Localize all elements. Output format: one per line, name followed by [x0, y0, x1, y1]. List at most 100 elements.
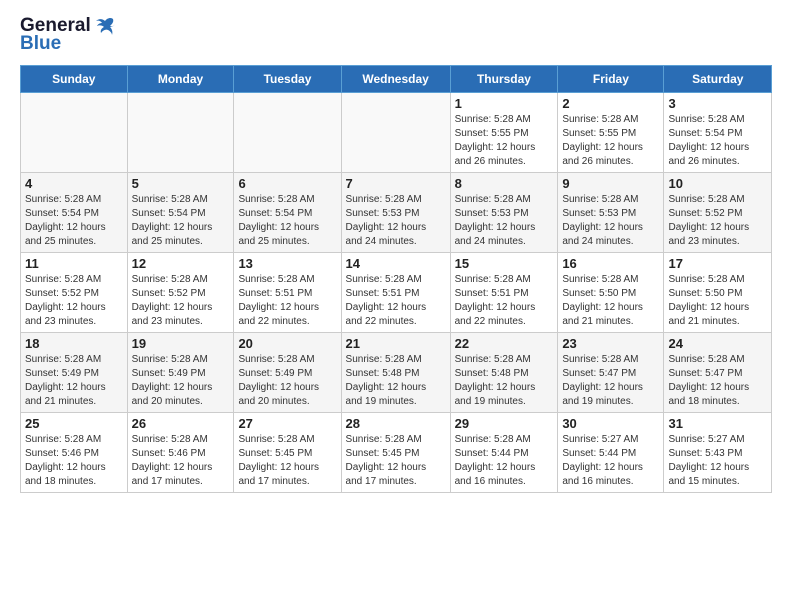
calendar-week-row: 18 Sunrise: 5:28 AM Sunset: 5:49 PM Dayli… [21, 333, 772, 413]
calendar-cell: 15 Sunrise: 5:28 AM Sunset: 5:51 PM Dayli… [450, 253, 558, 333]
day-number: 25 [25, 416, 123, 431]
calendar-cell: 14Sunrise: 5:28 AM Sunset: 5:51 PM Dayli… [341, 253, 450, 333]
weekday-header: Monday [127, 66, 234, 93]
day-info: Sunrise: 5:28 AM Sunset: 5:47 PM Dayligh… [668, 353, 767, 409]
day-number: 24 [668, 336, 767, 351]
day-info: Sunrise: 5:28 AM Sunset: 5:46 PM Dayligh… [132, 433, 230, 489]
calendar-cell [127, 93, 234, 173]
day-info: Sunrise: 5:28 AM Sunset: 5:49 PM Dayligh… [25, 353, 123, 409]
day-number: 15 [455, 256, 554, 271]
page: General Blue SundayMondayTuesdayWednesda… [0, 0, 792, 508]
calendar-cell: 11 Sunrise: 5:28 AM Sunset: 5:52 PM Dayli… [21, 253, 128, 333]
header: General Blue [20, 15, 772, 55]
day-info: Sunrise: 5:28 AM Sunset: 5:55 PM Dayligh… [455, 113, 554, 169]
day-number: 1 [455, 96, 554, 111]
day-info: Sunrise: 5:28 AM Sunset: 5:51 PM Dayligh… [455, 273, 554, 329]
day-number: 23 [562, 336, 659, 351]
calendar-week-row: 1 Sunrise: 5:28 AM Sunset: 5:55 PM Daylig… [21, 93, 772, 173]
calendar-cell: 20 Sunrise: 5:28 AM Sunset: 5:49 PM Dayli… [234, 333, 341, 413]
weekday-header: Saturday [664, 66, 772, 93]
weekday-row: SundayMondayTuesdayWednesdayThursdayFrid… [21, 66, 772, 93]
day-number: 26 [132, 416, 230, 431]
calendar-cell [234, 93, 341, 173]
logo-bird-icon [95, 17, 117, 35]
day-number: 22 [455, 336, 554, 351]
day-number: 29 [455, 416, 554, 431]
day-info: Sunrise: 5:27 AM Sunset: 5:44 PM Dayligh… [562, 433, 659, 489]
day-info: Sunrise: 5:28 AM Sunset: 5:52 PM Dayligh… [668, 193, 767, 249]
logo: General Blue [20, 15, 117, 55]
calendar-cell: 25Sunrise: 5:28 AM Sunset: 5:46 PM Dayli… [21, 413, 128, 493]
day-info: Sunrise: 5:28 AM Sunset: 5:54 PM Dayligh… [25, 193, 123, 249]
calendar-cell: 7 Sunrise: 5:28 AM Sunset: 5:53 PM Daylig… [341, 173, 450, 253]
day-number: 21 [346, 336, 446, 351]
calendar-cell [341, 93, 450, 173]
calendar-cell: 23 Sunrise: 5:28 AM Sunset: 5:47 PM Dayli… [558, 333, 664, 413]
day-number: 17 [668, 256, 767, 271]
calendar-cell: 21 Sunrise: 5:28 AM Sunset: 5:48 PM Dayli… [341, 333, 450, 413]
weekday-header: Tuesday [234, 66, 341, 93]
calendar-cell: 16 Sunrise: 5:28 AM Sunset: 5:50 PM Dayli… [558, 253, 664, 333]
weekday-header: Sunday [21, 66, 128, 93]
logo-blue-text: Blue [20, 33, 61, 55]
day-number: 2 [562, 96, 659, 111]
day-info: Sunrise: 5:28 AM Sunset: 5:44 PM Dayligh… [455, 433, 554, 489]
calendar-cell: 12Sunrise: 5:28 AM Sunset: 5:52 PM Dayli… [127, 253, 234, 333]
calendar-body: 1 Sunrise: 5:28 AM Sunset: 5:55 PM Daylig… [21, 93, 772, 493]
day-info: Sunrise: 5:28 AM Sunset: 5:47 PM Dayligh… [562, 353, 659, 409]
day-info: Sunrise: 5:28 AM Sunset: 5:53 PM Dayligh… [346, 193, 446, 249]
calendar-week-row: 25 Sunrise: 5:28 AM Sunset: 5:46 PM Dayli… [21, 413, 772, 493]
calendar-cell: 1 Sunrise: 5:28 AM Sunset: 5:55 PM Daylig… [450, 93, 558, 173]
day-number: 11 [25, 256, 123, 271]
calendar-cell: 31 Sunrise: 5:27 AM Sunset: 5:43 PM Dayli… [664, 413, 772, 493]
day-info: Sunrise: 5:28 AM Sunset: 5:50 PM Dayligh… [668, 273, 767, 329]
calendar-cell: 17 Sunrise: 5:28 AM Sunset: 5:50 PM Dayli… [664, 253, 772, 333]
calendar-cell: 4Sunrise: 5:28 AM Sunset: 5:54 PM Daylig… [21, 173, 128, 253]
day-number: 20 [238, 336, 336, 351]
calendar-cell: 6 Sunrise: 5:28 AM Sunset: 5:54 PM Daylig… [234, 173, 341, 253]
day-number: 14 [346, 256, 446, 271]
day-number: 6 [238, 176, 336, 191]
calendar-cell: 10Sunrise: 5:28 AM Sunset: 5:52 PM Dayli… [664, 173, 772, 253]
day-number: 9 [562, 176, 659, 191]
day-number: 30 [562, 416, 659, 431]
calendar-cell: 19Sunrise: 5:28 AM Sunset: 5:49 PM Dayli… [127, 333, 234, 413]
calendar-header: SundayMondayTuesdayWednesdayThursdayFrid… [21, 66, 772, 93]
calendar-cell [21, 93, 128, 173]
calendar-cell: 13Sunrise: 5:28 AM Sunset: 5:51 PM Dayli… [234, 253, 341, 333]
calendar-cell: 5Sunrise: 5:28 AM Sunset: 5:54 PM Daylig… [127, 173, 234, 253]
day-info: Sunrise: 5:28 AM Sunset: 5:50 PM Dayligh… [562, 273, 659, 329]
day-info: Sunrise: 5:28 AM Sunset: 5:54 PM Dayligh… [238, 193, 336, 249]
day-number: 8 [455, 176, 554, 191]
day-info: Sunrise: 5:28 AM Sunset: 5:52 PM Dayligh… [25, 273, 123, 329]
day-info: Sunrise: 5:28 AM Sunset: 5:52 PM Dayligh… [132, 273, 230, 329]
day-info: Sunrise: 5:28 AM Sunset: 5:45 PM Dayligh… [346, 433, 446, 489]
day-number: 7 [346, 176, 446, 191]
calendar-cell: 2Sunrise: 5:28 AM Sunset: 5:55 PM Daylig… [558, 93, 664, 173]
weekday-header: Friday [558, 66, 664, 93]
calendar-cell: 8 Sunrise: 5:28 AM Sunset: 5:53 PM Daylig… [450, 173, 558, 253]
day-info: Sunrise: 5:28 AM Sunset: 5:48 PM Dayligh… [346, 353, 446, 409]
day-number: 18 [25, 336, 123, 351]
day-info: Sunrise: 5:28 AM Sunset: 5:53 PM Dayligh… [562, 193, 659, 249]
calendar-week-row: 11 Sunrise: 5:28 AM Sunset: 5:52 PM Dayli… [21, 253, 772, 333]
calendar-week-row: 4Sunrise: 5:28 AM Sunset: 5:54 PM Daylig… [21, 173, 772, 253]
calendar-cell: 18 Sunrise: 5:28 AM Sunset: 5:49 PM Dayli… [21, 333, 128, 413]
day-info: Sunrise: 5:28 AM Sunset: 5:53 PM Dayligh… [455, 193, 554, 249]
day-info: Sunrise: 5:28 AM Sunset: 5:45 PM Dayligh… [238, 433, 336, 489]
day-info: Sunrise: 5:28 AM Sunset: 5:49 PM Dayligh… [238, 353, 336, 409]
day-number: 16 [562, 256, 659, 271]
day-number: 13 [238, 256, 336, 271]
day-info: Sunrise: 5:28 AM Sunset: 5:54 PM Dayligh… [668, 113, 767, 169]
day-info: Sunrise: 5:28 AM Sunset: 5:49 PM Dayligh… [132, 353, 230, 409]
day-number: 31 [668, 416, 767, 431]
day-info: Sunrise: 5:28 AM Sunset: 5:54 PM Dayligh… [132, 193, 230, 249]
day-number: 28 [346, 416, 446, 431]
day-info: Sunrise: 5:28 AM Sunset: 5:48 PM Dayligh… [455, 353, 554, 409]
day-number: 27 [238, 416, 336, 431]
day-info: Sunrise: 5:27 AM Sunset: 5:43 PM Dayligh… [668, 433, 767, 489]
calendar-cell: 3Sunrise: 5:28 AM Sunset: 5:54 PM Daylig… [664, 93, 772, 173]
calendar-cell: 9 Sunrise: 5:28 AM Sunset: 5:53 PM Daylig… [558, 173, 664, 253]
weekday-header: Thursday [450, 66, 558, 93]
calendar-cell: 28 Sunrise: 5:28 AM Sunset: 5:45 PM Dayli… [341, 413, 450, 493]
